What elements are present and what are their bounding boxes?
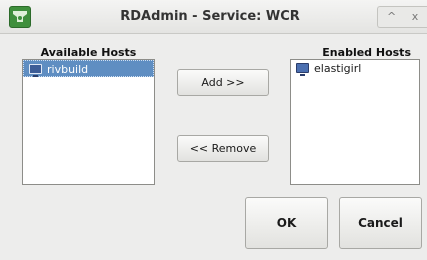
window-title: RDAdmin - Service: WCR <box>120 9 300 24</box>
title-bar: RDAdmin - Service: WCR ^ x <box>0 0 427 34</box>
monitor-icon <box>29 64 42 77</box>
list-item[interactable]: elastigirl <box>291 60 419 77</box>
window-controls[interactable]: ^ x <box>377 6 427 28</box>
rdadmin-app-icon <box>9 6 31 28</box>
host-name: elastigirl <box>314 62 362 75</box>
available-hosts-label: Available Hosts <box>40 46 137 59</box>
dialog-body: Available Hosts rivbuild Add >> << Remov… <box>0 34 427 260</box>
host-name: rivbuild <box>47 63 89 76</box>
list-item[interactable]: rivbuild <box>23 60 154 77</box>
add-button[interactable]: Add >> <box>177 69 269 96</box>
enabled-hosts-label: Enabled Hosts <box>322 46 411 59</box>
ok-button[interactable]: OK <box>245 197 328 249</box>
cancel-button[interactable]: Cancel <box>339 197 422 249</box>
available-hosts-list[interactable]: rivbuild <box>22 59 155 185</box>
monitor-icon <box>296 63 309 76</box>
enabled-hosts-list[interactable]: elastigirl <box>290 59 420 185</box>
remove-button[interactable]: << Remove <box>177 135 269 162</box>
